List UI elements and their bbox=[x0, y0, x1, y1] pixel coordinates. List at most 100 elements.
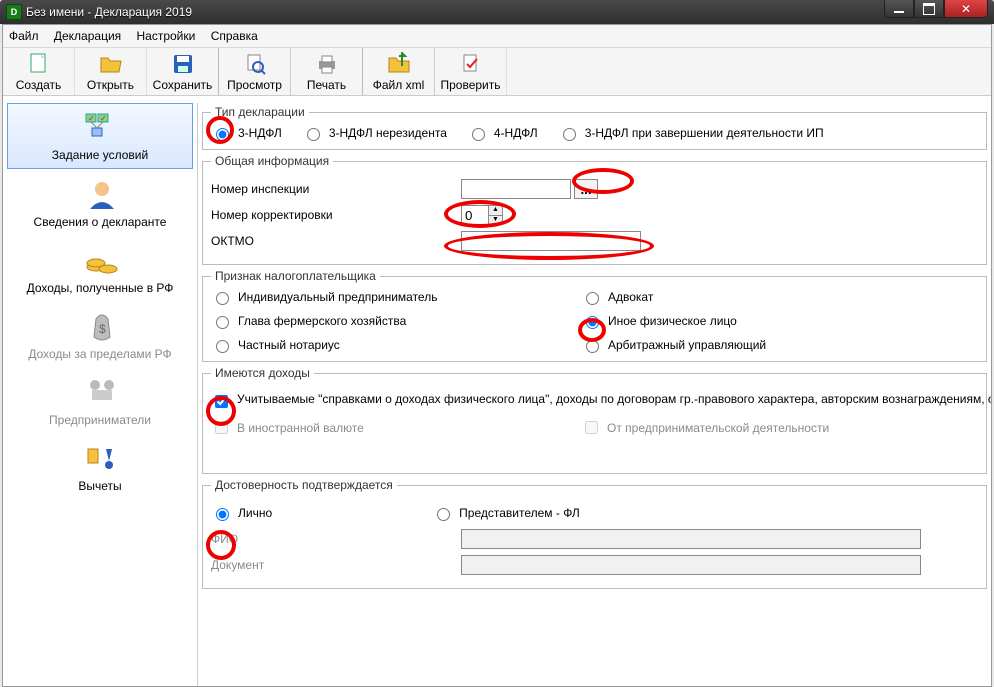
svg-text:✓: ✓ bbox=[100, 114, 107, 123]
sidebar-item-income-abroad[interactable]: $ Доходы за пределами РФ bbox=[7, 303, 193, 367]
radio-3ndfl-nonres-input[interactable] bbox=[307, 128, 320, 141]
radio-rep-fl-input[interactable] bbox=[437, 508, 450, 521]
check-business-label: От предпринимательской деятельности bbox=[607, 421, 829, 435]
open-button[interactable]: Открыть bbox=[75, 48, 147, 95]
inspection-lookup-button[interactable]: ... bbox=[574, 179, 598, 199]
radio-self-input[interactable] bbox=[216, 508, 229, 521]
floppy-disk-icon bbox=[171, 52, 195, 76]
menu-settings[interactable]: Настройки bbox=[137, 29, 196, 43]
window-minimize-button[interactable] bbox=[884, 0, 914, 18]
radio-3ndfl-label: 3-НДФЛ bbox=[238, 126, 282, 140]
window-maximize-button[interactable] bbox=[914, 0, 944, 18]
person-icon bbox=[82, 177, 118, 211]
scale-abacus-icon bbox=[82, 441, 118, 475]
radio-advocate-input[interactable] bbox=[586, 292, 599, 305]
correction-input[interactable] bbox=[461, 205, 489, 225]
radio-farm[interactable]: Глава фермерского хозяйства bbox=[211, 313, 581, 329]
radio-4ndfl[interactable]: 4-НДФЛ bbox=[467, 125, 538, 141]
save-button[interactable]: Сохранить bbox=[147, 48, 219, 95]
radio-arbitr-label: Арбитражный управляющий bbox=[608, 338, 766, 352]
spin-up-button[interactable]: ▲ bbox=[489, 206, 502, 216]
window-title: Без имени - Декларация 2019 bbox=[26, 5, 192, 19]
spin-down-button[interactable]: ▼ bbox=[489, 216, 502, 225]
create-label: Создать bbox=[16, 78, 62, 92]
app-icon: D bbox=[6, 4, 22, 20]
create-button[interactable]: Создать bbox=[3, 48, 75, 95]
svg-text:✓: ✓ bbox=[88, 114, 95, 123]
radio-3ndfl-ip-end[interactable]: 3-НДФЛ при завершении деятельности ИП bbox=[558, 125, 824, 141]
label-fio: ФИО bbox=[211, 532, 461, 546]
radio-4ndfl-label: 4-НДФЛ bbox=[494, 126, 538, 140]
sidebar-item-income-rf[interactable]: Доходы, полученные в РФ bbox=[7, 237, 193, 301]
doc-input[interactable] bbox=[461, 555, 921, 575]
radio-self[interactable]: Лично bbox=[211, 505, 272, 521]
fieldset-authenticity: Достоверность подтверждается Лично Предс… bbox=[202, 478, 987, 589]
check-business-input[interactable] bbox=[585, 421, 598, 434]
window-close-button[interactable]: ✕ bbox=[944, 0, 988, 18]
radio-farm-input[interactable] bbox=[216, 316, 229, 329]
legend-taxpayer: Признак налогоплательщика bbox=[211, 269, 380, 283]
export-xml-icon bbox=[387, 52, 411, 76]
moneybag-icon: $ bbox=[82, 309, 118, 343]
radio-other-person-input[interactable] bbox=[586, 316, 599, 329]
print-button[interactable]: Печать bbox=[291, 48, 363, 95]
sidebar-conditions-label: Задание условий bbox=[52, 148, 148, 162]
fieldset-taxpayer: Признак налогоплательщика Индивидуальный… bbox=[202, 269, 987, 362]
radio-other-person[interactable]: Иное физическое лицо bbox=[581, 313, 978, 329]
radio-advocate-label: Адвокат bbox=[608, 290, 653, 304]
check-spravka[interactable]: Учитываемые "справками о доходах физичес… bbox=[211, 392, 877, 411]
fieldset-income: Имеются доходы Учитываемые "справками о … bbox=[202, 366, 987, 474]
radio-arbitr-input[interactable] bbox=[586, 340, 599, 353]
radio-rep-fl-label: Представителем - ФЛ bbox=[459, 506, 580, 520]
radio-3ndfl-ip-end-label: 3-НДФЛ при завершении деятельности ИП bbox=[585, 126, 824, 140]
menu-file[interactable]: Файл bbox=[9, 29, 39, 43]
inspection-input[interactable] bbox=[461, 179, 571, 199]
handshake-icon bbox=[82, 375, 118, 409]
check-business[interactable]: От предпринимательской деятельности bbox=[581, 418, 978, 437]
check-spravka-input[interactable] bbox=[215, 395, 228, 408]
radio-3ndfl-input[interactable] bbox=[216, 128, 229, 141]
radio-3ndfl[interactable]: 3-НДФЛ bbox=[211, 125, 282, 141]
radio-3ndfl-nonres-label: 3-НДФЛ нерезидента bbox=[329, 126, 447, 140]
oktmo-input[interactable] bbox=[461, 231, 641, 251]
label-doc: Документ bbox=[211, 558, 461, 572]
radio-self-label: Лично bbox=[238, 506, 272, 520]
check-foreign-input[interactable] bbox=[215, 421, 228, 434]
save-label: Сохранить bbox=[153, 78, 213, 92]
radio-arbitr[interactable]: Арбитражный управляющий bbox=[581, 337, 978, 353]
label-inspection: Номер инспекции bbox=[211, 182, 461, 196]
radio-3ndfl-nonres[interactable]: 3-НДФЛ нерезидента bbox=[302, 125, 447, 141]
check-button[interactable]: Проверить bbox=[435, 48, 507, 95]
fio-input[interactable] bbox=[461, 529, 921, 549]
printer-icon bbox=[315, 52, 339, 76]
radio-ip[interactable]: Индивидуальный предприниматель bbox=[211, 289, 581, 305]
radio-4ndfl-input[interactable] bbox=[472, 128, 485, 141]
menu-help[interactable]: Справка bbox=[211, 29, 258, 43]
sidebar-entrepreneurs-label: Предприниматели bbox=[49, 413, 151, 427]
sidebar-item-deductions[interactable]: Вычеты bbox=[7, 435, 193, 499]
open-label: Открыть bbox=[87, 78, 134, 92]
radio-notary-input[interactable] bbox=[216, 340, 229, 353]
legend-general: Общая информация bbox=[211, 154, 333, 168]
check-spravka-label: Учитываемые "справками о доходах физичес… bbox=[237, 392, 877, 406]
check-foreign[interactable]: В иностранной валюте bbox=[211, 418, 581, 437]
sidebar: ✓ ✓ Задание условий Сведения о декларанте… bbox=[3, 103, 198, 686]
radio-rep-fl[interactable]: Представителем - ФЛ bbox=[432, 505, 580, 521]
sidebar-declarant-label: Сведения о декларанте bbox=[34, 215, 167, 229]
correction-spinner[interactable]: ▲▼ bbox=[461, 205, 503, 225]
sidebar-item-declarant[interactable]: Сведения о декларанте bbox=[7, 171, 193, 235]
xml-button[interactable]: Файл xml bbox=[363, 48, 435, 95]
xml-label: Файл xml bbox=[373, 78, 425, 92]
radio-other-person-label: Иное физическое лицо bbox=[608, 314, 737, 328]
radio-notary[interactable]: Частный нотариус bbox=[211, 337, 581, 353]
sidebar-item-conditions[interactable]: ✓ ✓ Задание условий bbox=[7, 103, 193, 169]
radio-3ndfl-ip-end-input[interactable] bbox=[563, 128, 576, 141]
radio-ip-input[interactable] bbox=[216, 292, 229, 305]
legend-income: Имеются доходы bbox=[211, 366, 314, 380]
preview-button[interactable]: Просмотр bbox=[219, 48, 291, 95]
sidebar-item-entrepreneurs[interactable]: Предприниматели bbox=[7, 369, 193, 433]
radio-farm-label: Глава фермерского хозяйства bbox=[238, 314, 406, 328]
menu-declaration[interactable]: Декларация bbox=[54, 29, 121, 43]
coins-icon bbox=[82, 243, 118, 277]
radio-advocate[interactable]: Адвокат bbox=[581, 289, 978, 305]
